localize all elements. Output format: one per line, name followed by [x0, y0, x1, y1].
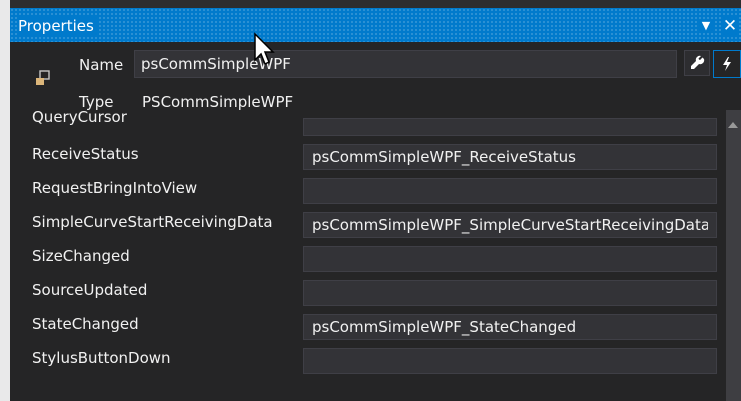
event-name: SizeChanged — [32, 247, 130, 265]
event-name: RequestBringIntoView — [32, 179, 198, 197]
event-handler-field[interactable] — [303, 144, 717, 170]
close-icon[interactable]: ✕ — [721, 17, 739, 35]
event-row: SourceUpdated — [10, 274, 722, 308]
type-value: PSCommSimpleWPF — [142, 93, 294, 111]
event-name: SourceUpdated — [32, 281, 148, 299]
wrench-icon — [691, 55, 705, 69]
event-name: QueryCursor — [32, 110, 127, 126]
event-grid: QueryCursor ReceiveStatus RequestBringIn… — [10, 110, 722, 401]
event-name: StylusButtonDown — [32, 349, 171, 367]
panel-title: Properties — [18, 16, 98, 36]
name-label: Name — [79, 56, 124, 74]
event-name: StateChanged — [32, 315, 139, 333]
name-field[interactable] — [134, 50, 677, 78]
scroll-up-arrow-icon[interactable] — [728, 122, 738, 128]
event-handler-field[interactable] — [303, 314, 717, 340]
event-row: SizeChanged — [10, 240, 722, 274]
event-row: StateChanged — [10, 308, 722, 342]
object-icon — [36, 70, 50, 85]
vertical-scrollbar[interactable] — [726, 110, 741, 401]
event-row: ReceiveStatus — [10, 138, 722, 172]
event-handler-field[interactable] — [303, 212, 717, 238]
event-row: StylusButtonDown — [10, 342, 722, 376]
event-row: RequestBringIntoView — [10, 172, 722, 206]
event-handler-field[interactable] — [303, 348, 717, 374]
lightning-bolt-icon — [723, 57, 731, 71]
left-edge-strip — [0, 0, 10, 401]
event-handler-field[interactable] — [303, 118, 717, 136]
type-label: Type — [79, 93, 114, 111]
event-row: SimpleCurveStartReceivingData — [10, 206, 722, 240]
panel-title-bar[interactable]: Properties ▼ ✕ — [10, 8, 741, 42]
event-handler-field[interactable] — [303, 246, 717, 272]
event-handler-field[interactable] — [303, 178, 717, 204]
event-handler-field[interactable] — [303, 280, 717, 306]
properties-button[interactable] — [684, 50, 710, 76]
properties-panel: Properties ▼ ✕ Name Type PSCommSimpleWPF… — [10, 0, 741, 401]
panel-top-border — [10, 0, 741, 8]
window-dropdown-icon[interactable]: ▼ — [699, 19, 713, 33]
event-name: SimpleCurveStartReceivingData — [32, 213, 273, 231]
event-name: ReceiveStatus — [32, 145, 139, 163]
events-button[interactable] — [713, 50, 741, 78]
